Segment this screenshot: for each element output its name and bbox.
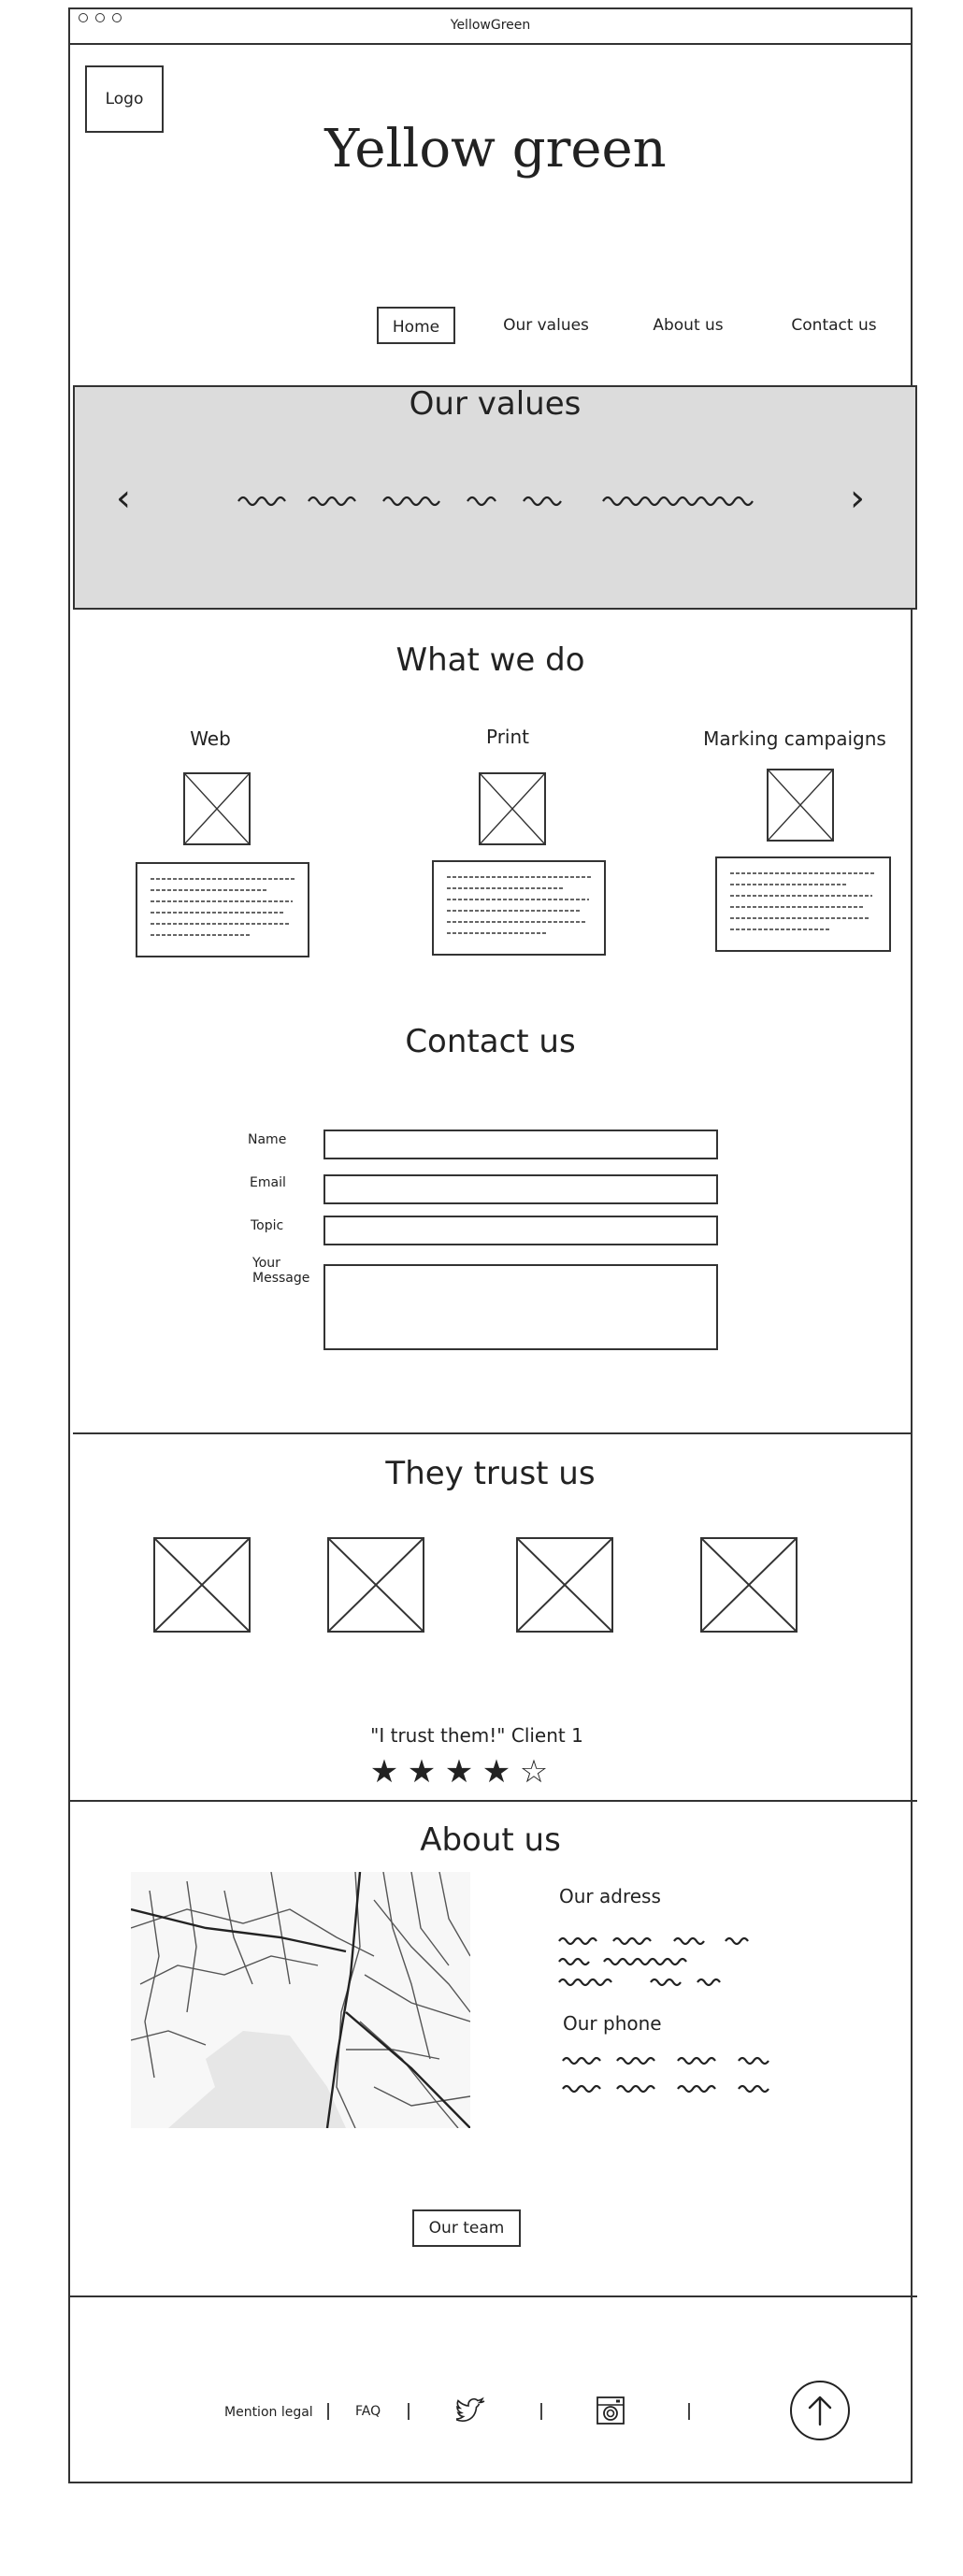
trust-title: They trust us: [385, 1455, 596, 1492]
values-title: Our values: [409, 385, 582, 423]
address-label: Our adress: [559, 1885, 661, 1907]
instagram-icon[interactable]: [596, 2396, 625, 2425]
image-placeholder-icon: [183, 772, 251, 845]
email-field[interactable]: [323, 1174, 718, 1204]
email-label: Email: [250, 1175, 286, 1190]
values-squiggle-text: [237, 496, 754, 507]
message-field[interactable]: [323, 1264, 718, 1350]
name-field[interactable]: [323, 1130, 718, 1159]
footer-divider: [68, 2295, 917, 2297]
site-title: Yellow green: [324, 119, 667, 180]
client-logo-placeholder-icon: [153, 1537, 251, 1633]
star-empty-icon: ☆: [519, 1753, 549, 1791]
footer-separator: [688, 2403, 690, 2420]
services-title: What we do: [395, 641, 585, 679]
section-divider: [73, 1432, 913, 1434]
placeholder-text-lines: [151, 878, 296, 936]
client-logo-placeholder-icon: [327, 1537, 424, 1633]
service-title-marking: Marking campaigns: [703, 727, 886, 750]
image-placeholder-icon: [767, 769, 834, 842]
section-divider: [68, 1800, 917, 1802]
mention-legal-link[interactable]: Mention legal: [224, 2402, 313, 2423]
placeholder-text-lines: [447, 876, 593, 934]
footer-separator: [408, 2403, 410, 2420]
address-squiggle-text: [558, 1936, 749, 1987]
name-label: Name: [248, 1132, 287, 1147]
footer-separator: [327, 2403, 329, 2420]
service-title-print: Print: [485, 726, 529, 748]
logo-label: Logo: [105, 90, 144, 108]
nav-about-us[interactable]: About us: [641, 307, 735, 344]
phone-squiggle-text: [562, 2056, 769, 2094]
client-logo-placeholder-icon: [700, 1537, 798, 1633]
faq-link[interactable]: FAQ: [355, 2401, 381, 2422]
about-title: About us: [420, 1821, 561, 1859]
arrow-up-icon[interactable]: [790, 2381, 850, 2440]
service-card-marking: [715, 856, 891, 952]
star-icon: ★: [369, 1753, 399, 1791]
nav-home[interactable]: Home: [377, 307, 455, 344]
client-logo-placeholder-icon: [516, 1537, 613, 1633]
our-team-button[interactable]: Our team: [412, 2209, 521, 2247]
topic-field[interactable]: [323, 1216, 718, 1245]
star-icon: ★: [482, 1753, 511, 1791]
footer-separator: [540, 2403, 542, 2420]
window-title: YellowGreen: [450, 18, 531, 33]
nav-our-values[interactable]: Our values: [494, 307, 598, 344]
twitter-icon[interactable]: [454, 2396, 486, 2425]
testimonial-quote: "I trust them!" Client 1: [370, 1724, 583, 1747]
placeholder-text-lines: [730, 872, 876, 930]
image-placeholder-icon: [479, 772, 546, 845]
nav-contact-us[interactable]: Contact us: [780, 307, 888, 344]
map[interactable]: [130, 1871, 471, 2129]
rating-stars: ★ ★ ★ ★ ☆: [366, 1754, 553, 1792]
star-icon: ★: [407, 1753, 437, 1791]
phone-label: Our phone: [563, 2012, 662, 2035]
service-title-web: Web: [190, 727, 231, 750]
star-icon: ★: [444, 1753, 474, 1791]
chevron-left-icon[interactable]: ‹: [105, 475, 142, 522]
message-label-line2: Message: [252, 1271, 310, 1286]
chevron-right-icon[interactable]: ›: [839, 475, 876, 522]
service-card-web: [136, 862, 309, 957]
map-streets: [130, 1871, 471, 2129]
contact-title: Contact us: [405, 1023, 576, 1060]
topic-label: Topic: [251, 1218, 284, 1233]
service-card-print: [432, 860, 606, 956]
logo[interactable]: Logo: [85, 65, 164, 133]
